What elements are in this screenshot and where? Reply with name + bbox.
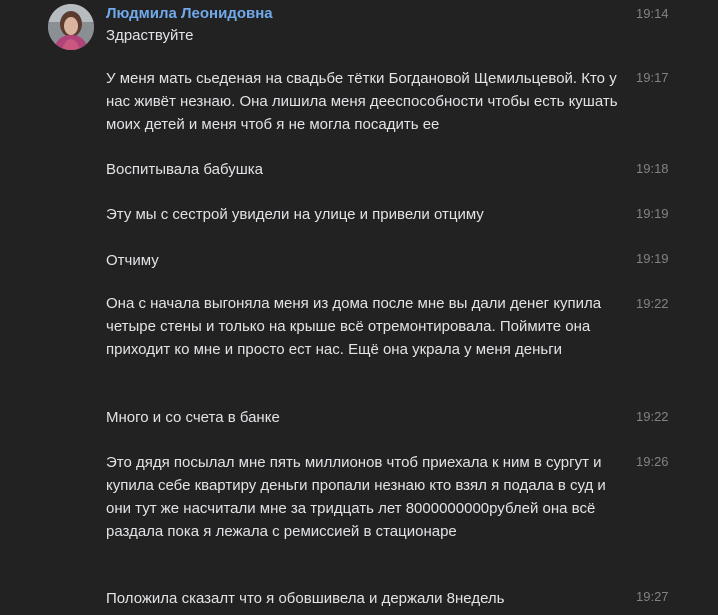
avatar[interactable] [48, 4, 94, 50]
message-time: 19:17 [636, 70, 669, 85]
message-time: 19:14 [636, 6, 669, 21]
message-text: Много и со счета в банке [106, 409, 280, 426]
message-text: Здраствуйте [106, 27, 194, 44]
message-time: 19:26 [636, 454, 669, 469]
message-text: У меня мать сьеденая на свадьбе тётки Бо… [106, 70, 618, 133]
message-time: 19:19 [636, 251, 669, 266]
message-text: Она с начала выгоняла меня из дома после… [106, 295, 602, 358]
message-text: Эту мы с сестрой увидели на улице и прив… [106, 206, 484, 223]
message-text: Положила сказалт что я обовшивела и держ… [106, 590, 505, 607]
message-text: Это дядя посылал мне пять миллионов чтоб… [106, 454, 606, 540]
message-time: 19:18 [636, 161, 669, 176]
message-time: 19:22 [636, 296, 669, 311]
message-time: 19:27 [636, 589, 669, 604]
avatar-photo-icon [48, 4, 94, 50]
sender-name[interactable]: Людмила Леонидовна [106, 5, 273, 23]
message-time: 19:19 [636, 206, 669, 221]
message-text: Воспитывала бабушка [106, 161, 264, 178]
message-time: 19:22 [636, 409, 669, 424]
message-text: Отчиму [106, 252, 159, 269]
chat-history: Людмила Леонидовна Здраствуйте 19:14 У м… [0, 0, 718, 615]
